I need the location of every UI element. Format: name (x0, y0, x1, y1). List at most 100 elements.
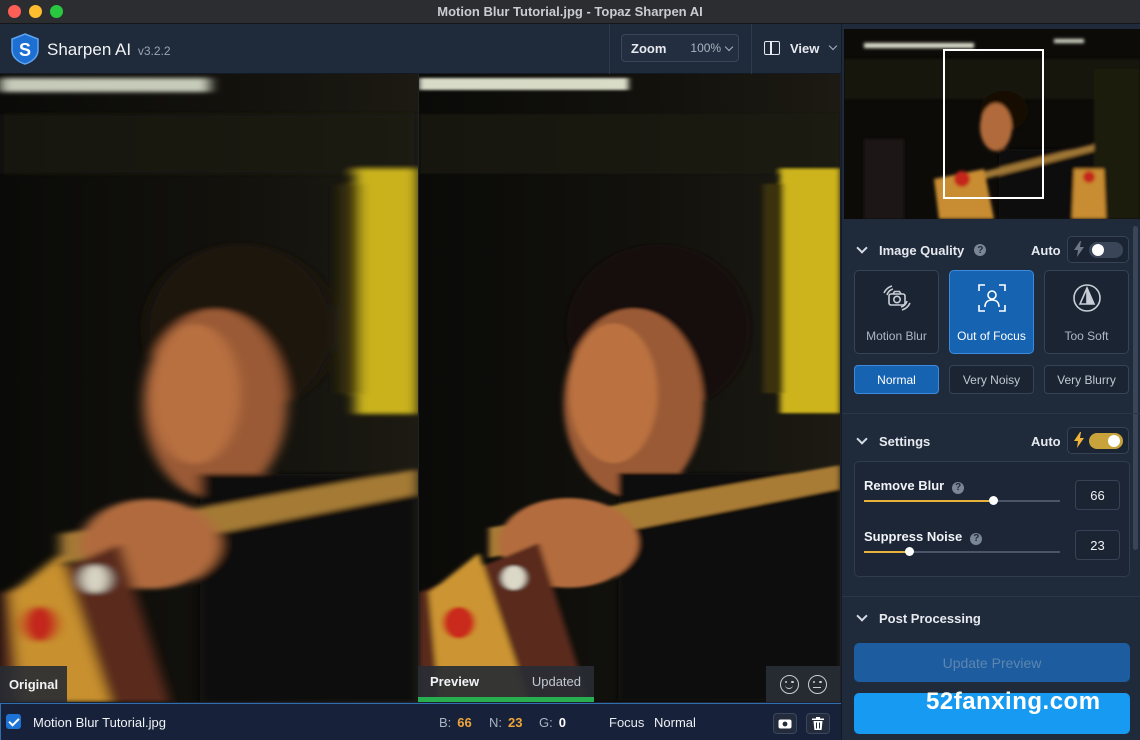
mode-motion-blur[interactable]: Motion Blur (854, 270, 939, 354)
trash-icon (812, 717, 824, 730)
settings-sliders-panel: Remove Blur? 66 Suppress Noise? 23 (854, 461, 1130, 577)
settings-auto-switch[interactable] (1089, 433, 1123, 449)
header-divider (609, 24, 610, 74)
original-photo (0, 74, 418, 702)
remove-blur-label: Remove Blur? (864, 478, 965, 494)
neutral-face-icon[interactable] (807, 674, 827, 694)
remove-blur-slider-fill (864, 500, 994, 502)
motion-blur-camera-icon (883, 285, 911, 311)
suppress-noise-text: Suppress Noise (864, 529, 963, 544)
focus-label: Focus (609, 715, 645, 730)
noise-stat-value: 23 (508, 715, 523, 730)
suppress-noise-slider-thumb[interactable] (905, 547, 915, 556)
mode-label: Too Soft (1064, 329, 1109, 343)
mode-too-soft[interactable]: Too Soft (1044, 270, 1129, 354)
settings-auto-label: Auto (1031, 434, 1061, 449)
watermark-text: 52fanxing.com (926, 688, 1101, 715)
focus-value: Normal (654, 715, 696, 730)
file-name: Motion Blur Tutorial.jpg (33, 715, 166, 730)
too-soft-prism-icon (1073, 284, 1101, 312)
image-quality-auto-toggle[interactable] (1067, 236, 1129, 263)
mode-label: Out of Focus (957, 329, 1026, 343)
mode-out-of-focus[interactable]: Out of Focus (949, 270, 1034, 354)
lightning-icon (1074, 432, 1084, 448)
file-bar: Motion Blur Tutorial.jpg B: 66 N: 23 G: 0 F… (0, 703, 841, 740)
remove-blur-value-input[interactable]: 66 (1075, 480, 1120, 510)
navigator-viewport-frame[interactable] (943, 49, 1044, 199)
help-icon[interactable]: ? (970, 532, 983, 545)
chevron-down-icon (828, 41, 838, 51)
chevron-down-icon (856, 610, 868, 622)
preview-status-panel: Preview Updated (418, 666, 594, 702)
original-label: Original (0, 666, 67, 702)
image-quality-title: Image Quality (879, 242, 965, 258)
app-header: S Sharpen AI v3.2.2 Zoom 100% View (0, 24, 841, 74)
preview-status: Updated (531, 674, 581, 689)
suppress-noise-value-input[interactable]: 23 (1075, 530, 1120, 560)
image-quality-auto-switch[interactable] (1089, 242, 1123, 258)
blur-stat-value: 66 (457, 715, 472, 730)
mode-label: Motion Blur (866, 329, 927, 343)
level-very-blurry-button[interactable]: Very Blurry (1044, 365, 1129, 394)
close-window-button[interactable] (8, 5, 21, 18)
app-name: Sharpen AI (47, 40, 132, 59)
level-normal-button[interactable]: Normal (854, 365, 939, 394)
compare-button[interactable] (773, 713, 797, 734)
chevron-down-icon (724, 42, 734, 52)
file-select-checkbox[interactable] (6, 714, 21, 729)
remove-blur-slider[interactable] (864, 496, 1060, 505)
post-processing-header[interactable]: Post Processing (854, 606, 1130, 630)
control-sidebar: Image Quality ? Auto Motion Blur Out of … (841, 24, 1140, 740)
chevron-down-icon (856, 433, 868, 445)
original-image-pane[interactable] (0, 74, 418, 702)
lightning-icon (1074, 241, 1084, 257)
zoom-label: Zoom (631, 40, 667, 56)
header-divider (751, 24, 752, 74)
navigator-thumbnail[interactable] (844, 29, 1140, 219)
image-quality-auto-label: Auto (1031, 243, 1061, 258)
settings-auto-toggle[interactable] (1067, 427, 1129, 454)
suppress-noise-slider-fill (864, 551, 910, 553)
window-controls (8, 5, 63, 18)
grain-stat-value: 0 (558, 715, 566, 730)
blur-stat: B: 66 (439, 715, 472, 730)
zoom-dropdown[interactable]: Zoom 100% (621, 34, 739, 62)
section-divider (842, 596, 1140, 597)
suppress-noise-slider[interactable] (864, 547, 1060, 556)
view-label: View (790, 40, 820, 56)
app-brand: Sharpen AI v3.2.2 (47, 40, 171, 60)
noise-stat: N: 23 (489, 715, 522, 730)
level-very-noisy-button[interactable]: Very Noisy (949, 365, 1034, 394)
preview-image-pane[interactable] (418, 74, 840, 702)
remove-blur-slider-thumb[interactable] (989, 496, 999, 505)
window-title: Motion Blur Tutorial.jpg - Topaz Sharpen… (437, 4, 703, 19)
split-view-icon (764, 41, 780, 55)
preview-photo (419, 74, 840, 701)
preview-label: Preview (430, 674, 480, 689)
minimize-window-button[interactable] (29, 5, 42, 18)
view-dropdown[interactable]: View (764, 34, 840, 62)
sidebar-scrollbar[interactable] (1133, 226, 1138, 550)
preview-progress-bar (418, 697, 594, 702)
out-of-focus-person-icon (978, 284, 1006, 312)
help-icon[interactable]: ? (974, 244, 987, 256)
smile-face-icon[interactable] (779, 674, 799, 694)
zoom-value: 100% (690, 41, 722, 55)
help-icon[interactable]: ? (952, 481, 965, 494)
app-version: v3.2.2 (137, 44, 171, 58)
window-titlebar: Motion Blur Tutorial.jpg - Topaz Sharpen… (0, 0, 1140, 24)
zoom-window-button[interactable] (50, 5, 63, 18)
grain-stat: G: 0 (539, 715, 566, 730)
blur-stat-label: B: (439, 715, 452, 730)
eye-icon (778, 719, 792, 728)
remove-blur-text: Remove Blur (864, 478, 945, 493)
section-divider (842, 413, 1140, 414)
delete-button[interactable] (806, 713, 830, 734)
settings-title: Settings (879, 433, 931, 449)
feedback-buttons (766, 666, 840, 702)
post-processing-title: Post Processing (879, 610, 981, 626)
noise-stat-label: N: (489, 715, 502, 730)
update-preview-button[interactable]: Update Preview (854, 643, 1130, 682)
suppress-noise-label: Suppress Noise? (864, 529, 983, 545)
grain-stat-label: G: (539, 715, 553, 730)
